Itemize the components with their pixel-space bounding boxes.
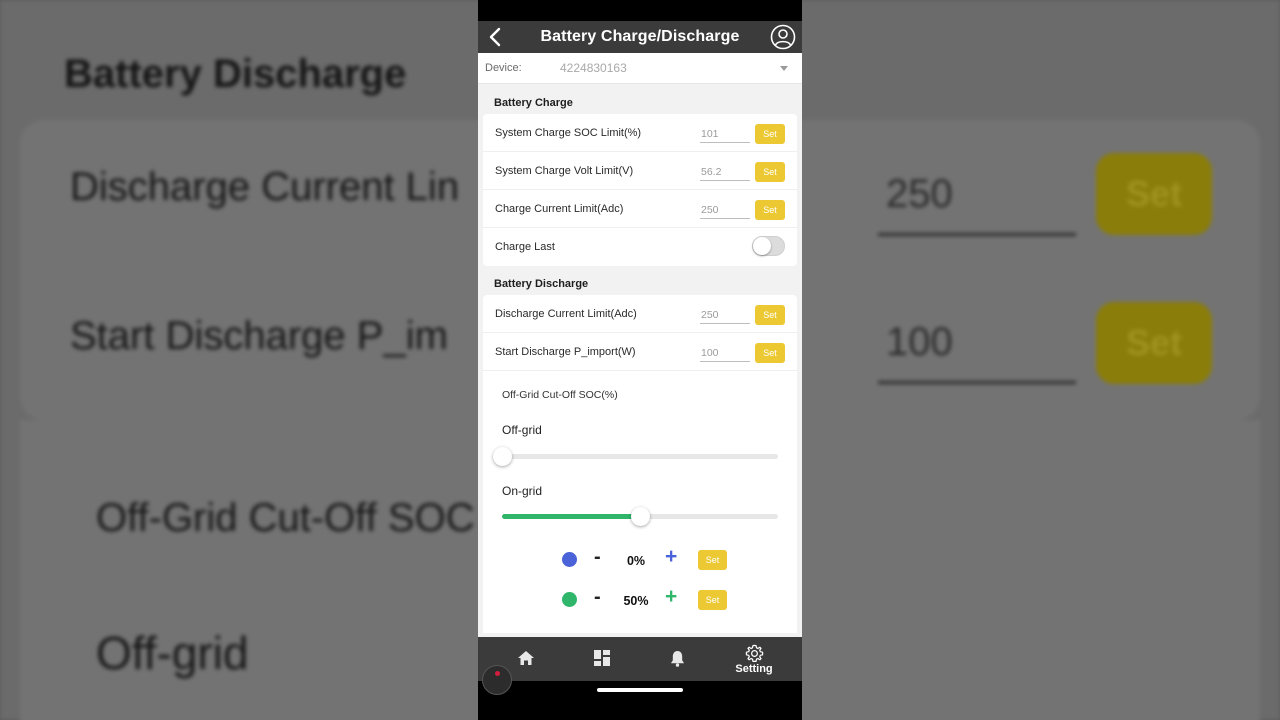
charge-soc-limit-set-button[interactable]: Set bbox=[755, 124, 785, 144]
screen: Battery Discharge Discharge Current Lin … bbox=[0, 0, 1280, 720]
status-bar bbox=[478, 0, 802, 21]
on-grid-label: On-grid bbox=[502, 484, 543, 498]
on-grid-set-button[interactable]: Set bbox=[698, 590, 727, 610]
off-grid-slider-thumb[interactable] bbox=[493, 447, 512, 466]
on-grid-slider-thumb[interactable] bbox=[631, 507, 650, 526]
charge-volt-limit-label: System Charge Volt Limit(V) bbox=[495, 164, 634, 177]
charge-soc-limit-input[interactable]: 101 bbox=[700, 126, 750, 143]
charge-last-toggle[interactable] bbox=[752, 236, 785, 256]
charge-volt-limit-row: System Charge Volt Limit(V) 56.2 Set bbox=[483, 152, 797, 190]
tab-setting[interactable]: Setting bbox=[724, 637, 784, 681]
battery-discharge-card: Discharge Current Limit(Adc) 250 Set Sta… bbox=[483, 295, 797, 371]
charge-volt-limit-set-button[interactable]: Set bbox=[755, 162, 785, 182]
bg-row2-input: 100 bbox=[878, 318, 1076, 384]
phone-screen: Battery Charge/Discharge Device: 4224830… bbox=[478, 0, 802, 720]
charge-current-limit-row: Charge Current Limit(Adc) 250 Set bbox=[483, 190, 797, 228]
dropdown-caret-icon[interactable] bbox=[780, 66, 788, 71]
battery-charge-card: System Charge SOC Limit(%) 101 Set Syste… bbox=[483, 114, 797, 266]
tab-home[interactable] bbox=[496, 637, 556, 681]
tab-setting-label: Setting bbox=[735, 663, 773, 675]
battery-discharge-heading: Battery Discharge bbox=[494, 278, 589, 290]
battery-charge-heading: Battery Charge bbox=[494, 97, 573, 109]
start-discharge-label: Start Discharge P_import(W) bbox=[495, 345, 636, 358]
off-grid-slider[interactable] bbox=[493, 447, 778, 466]
off-grid-increment-button[interactable]: + bbox=[665, 545, 677, 569]
toggle-knob bbox=[753, 237, 771, 255]
page-title: Battery Charge/Discharge bbox=[540, 28, 740, 45]
on-grid-soc-value: 50% bbox=[623, 594, 649, 608]
on-grid-color-dot bbox=[562, 592, 577, 607]
bg-row2-button: Set bbox=[1096, 302, 1212, 384]
bg-cutoff-label: Off-Grid Cut-Off SOC bbox=[96, 496, 475, 540]
discharge-current-limit-label: Discharge Current Limit(Adc) bbox=[495, 307, 637, 320]
start-discharge-row: Start Discharge P_import(W) 100 Set bbox=[483, 333, 797, 371]
bottom-tab-bar: Setting bbox=[478, 637, 802, 695]
bg-row1-input: 250 bbox=[878, 170, 1076, 236]
off-grid-decrement-button[interactable]: - bbox=[594, 546, 601, 569]
bg-offgrid-label: Off-grid bbox=[96, 627, 249, 679]
off-grid-cutoff-label: Off-Grid Cut-Off SOC(%) bbox=[502, 389, 618, 401]
device-selector[interactable]: Device: 4224830163 bbox=[478, 53, 802, 84]
device-value: 4224830163 bbox=[560, 61, 627, 75]
app-bar: Battery Charge/Discharge bbox=[478, 21, 802, 53]
off-grid-set-button[interactable]: Set bbox=[698, 550, 727, 570]
start-discharge-input[interactable]: 100 bbox=[700, 345, 750, 362]
bg-row1-label: Discharge Current Lin bbox=[70, 165, 460, 209]
on-grid-decrement-button[interactable]: - bbox=[594, 586, 601, 609]
off-grid-label: Off-grid bbox=[502, 423, 542, 437]
tab-notifications[interactable] bbox=[648, 637, 708, 681]
gesture-home-bar[interactable] bbox=[597, 688, 683, 692]
on-grid-slider-fill bbox=[502, 514, 640, 519]
bell-icon bbox=[670, 651, 685, 667]
charge-current-limit-input[interactable]: 250 bbox=[700, 202, 750, 219]
bg-row1-value: 250 bbox=[886, 172, 953, 216]
back-arrow-icon[interactable] bbox=[486, 26, 506, 48]
device-label: Device: bbox=[485, 62, 522, 74]
bg-row1-button: Set bbox=[1096, 153, 1212, 235]
gear-icon bbox=[745, 644, 764, 663]
settings-content: Device: 4224830163 Battery Charge System… bbox=[478, 53, 802, 637]
off-grid-cutoff-section: Off-Grid Cut-Off SOC(%) Off-grid On-grid… bbox=[483, 371, 797, 633]
on-grid-soc-control: - 50% + Set bbox=[483, 585, 797, 612]
on-grid-slider[interactable] bbox=[502, 507, 778, 526]
discharge-current-limit-set-button[interactable]: Set bbox=[755, 305, 785, 325]
bg-row2-value: 100 bbox=[886, 320, 953, 364]
charge-last-row: Charge Last bbox=[483, 228, 797, 266]
charge-soc-limit-label: System Charge SOC Limit(%) bbox=[495, 126, 642, 139]
charge-current-limit-set-button[interactable]: Set bbox=[755, 200, 785, 220]
home-icon bbox=[518, 651, 534, 665]
bg-row2-label: Start Discharge P_im bbox=[70, 314, 448, 358]
off-grid-color-dot bbox=[562, 552, 577, 567]
discharge-current-limit-row: Discharge Current Limit(Adc) 250 Set bbox=[483, 295, 797, 333]
charge-soc-limit-row: System Charge SOC Limit(%) 101 Set bbox=[483, 114, 797, 152]
tab-dashboard[interactable] bbox=[572, 637, 632, 681]
charge-current-limit-label: Charge Current Limit(Adc) bbox=[495, 202, 624, 215]
dashboard-icon bbox=[594, 650, 610, 666]
bg-heading: Battery Discharge bbox=[64, 52, 407, 96]
user-profile-icon[interactable] bbox=[770, 24, 796, 50]
off-grid-soc-value: 0% bbox=[626, 554, 646, 568]
charge-volt-limit-input[interactable]: 56.2 bbox=[700, 164, 750, 181]
on-grid-increment-button[interactable]: + bbox=[665, 585, 677, 609]
off-grid-soc-control: - 0% + Set bbox=[483, 545, 797, 572]
start-discharge-set-button[interactable]: Set bbox=[755, 343, 785, 363]
discharge-current-limit-input[interactable]: 250 bbox=[700, 307, 750, 324]
